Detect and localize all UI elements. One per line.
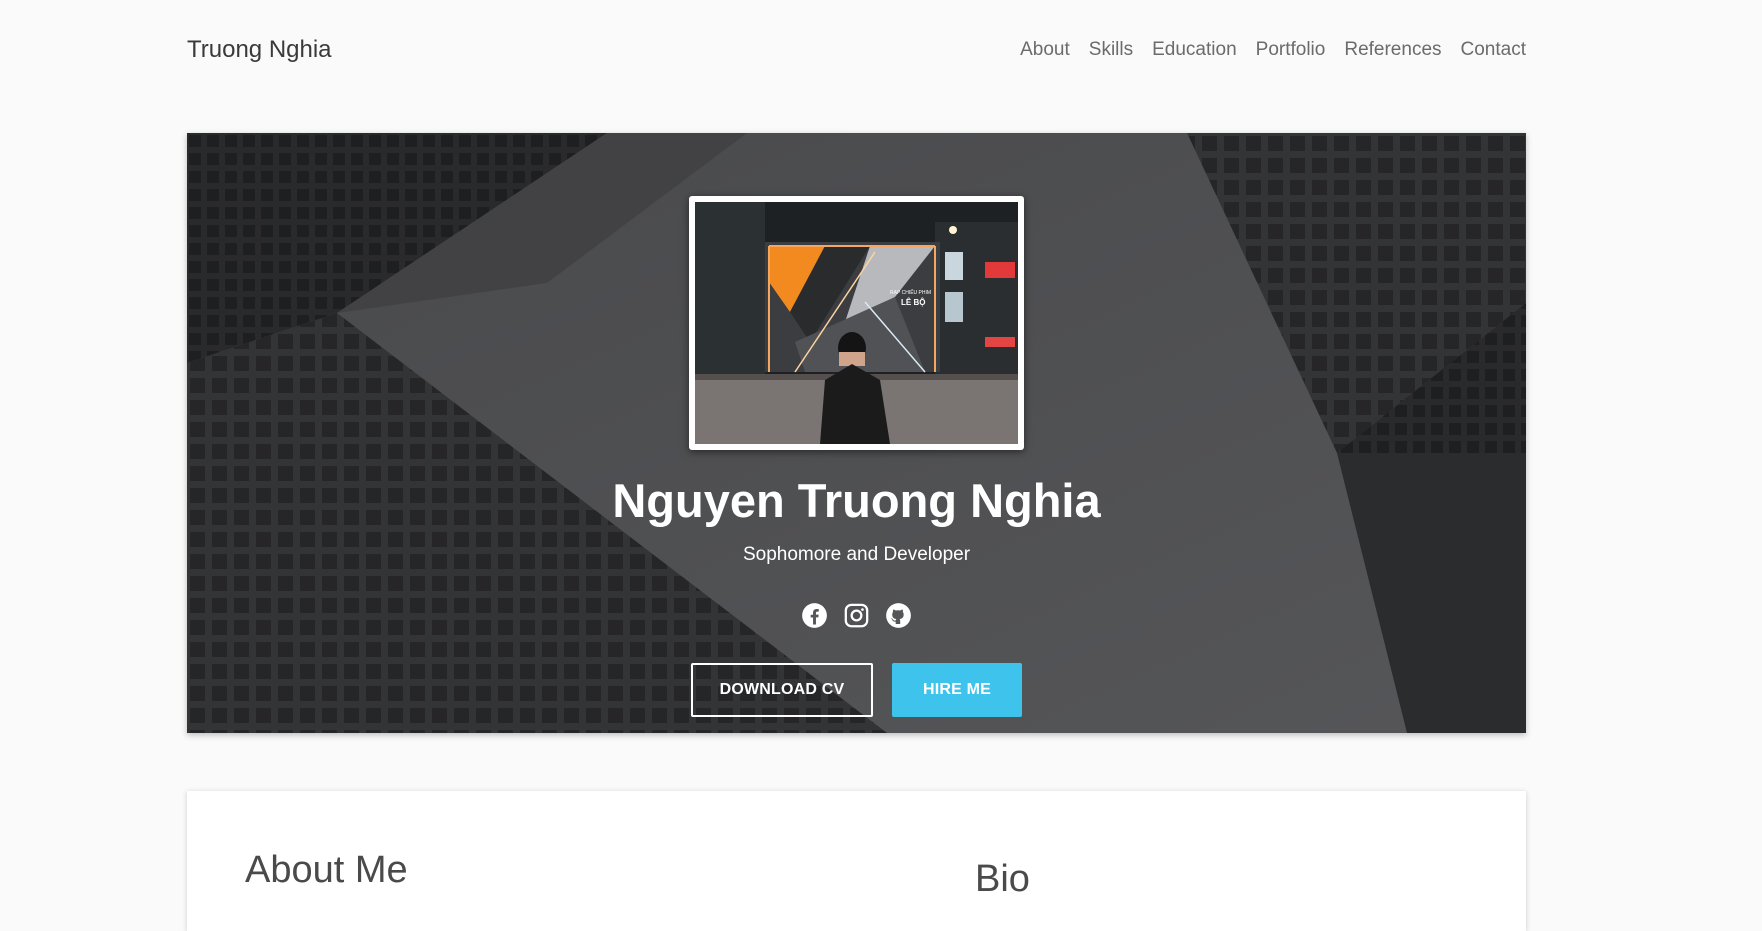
hire-me-button[interactable]: HIRE ME (892, 663, 1022, 717)
download-cv-button[interactable]: DOWNLOAD CV (691, 663, 873, 717)
hero-subtitle: Sophomore and Developer (742, 544, 971, 565)
facebook-icon[interactable] (801, 602, 828, 629)
nav-menu: About Skills Education Portfolio Referen… (1020, 39, 1526, 61)
brand-link[interactable]: Truong Nghia (187, 36, 332, 64)
instagram-icon[interactable] (843, 602, 870, 629)
profile-photo-frame: RẠP CHIẾU PHIM LÊ BỘ (689, 196, 1024, 450)
top-navbar: Truong Nghia About Skills Education Port… (0, 0, 1762, 104)
photo-sign-bottom: LÊ BỘ (901, 298, 925, 307)
nav-link-references[interactable]: References (1344, 39, 1441, 61)
nav-link-about[interactable]: About (1020, 39, 1070, 61)
about-heading: About Me (245, 849, 408, 891)
photo-sign-top: RẠP CHIẾU PHIM (890, 289, 931, 296)
bio-heading: Bio (975, 858, 1030, 900)
social-links (187, 602, 1526, 629)
github-icon[interactable] (885, 602, 912, 629)
nav-link-portfolio[interactable]: Portfolio (1256, 39, 1326, 61)
nav-link-contact[interactable]: Contact (1461, 39, 1526, 61)
profile-photo: RẠP CHIẾU PHIM LÊ BỘ (695, 202, 1018, 444)
about-section: About Me Bio (187, 791, 1526, 931)
hero-name: Nguyen Truong Nghia (612, 474, 1101, 527)
nav-link-skills[interactable]: Skills (1089, 39, 1133, 61)
hero-section: RẠP CHIẾU PHIM LÊ BỘ Nguyen Truong Nghia… (187, 133, 1526, 733)
nav-link-education[interactable]: Education (1152, 39, 1237, 61)
